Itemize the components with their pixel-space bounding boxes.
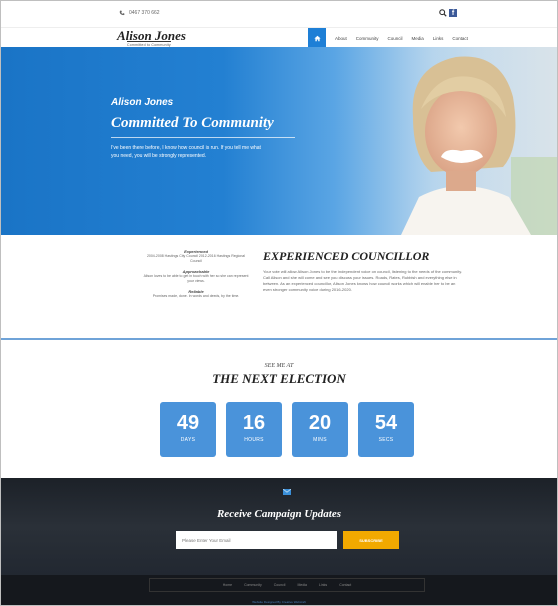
experience-highlights: Experienced 2004-2008 Hastings City Coun…	[141, 249, 251, 299]
countdown-label: SECS	[378, 437, 394, 443]
page: 0467 370 662 f Alison Jones Committed to…	[0, 0, 558, 606]
highlight-text: Promises made, done. In words and deeds,…	[152, 294, 240, 298]
top-bar: 0467 370 662 f	[1, 1, 557, 27]
nav-item-media[interactable]: Media	[412, 36, 424, 41]
hero-divider	[111, 137, 295, 138]
nav-home-button[interactable]	[308, 28, 326, 48]
countdown-label: MINS	[313, 437, 327, 443]
phone-icon	[119, 10, 125, 16]
countdown-value: 54	[374, 412, 398, 434]
countdown-title: THE NEXT ELECTION	[212, 371, 346, 386]
experience-section: Experienced 2004-2008 Hastings City Coun…	[1, 235, 557, 339]
footer-credit[interactable]: Website Designed By Creative Webcraft	[1, 600, 557, 604]
election-countdown: SEE ME AT THE NEXT ELECTION 49 DAYS 16 H…	[1, 340, 557, 478]
facebook-icon[interactable]: f	[449, 9, 457, 17]
footer-link-media[interactable]: Media	[297, 583, 307, 587]
footer-link-council[interactable]: Council	[274, 583, 286, 587]
hero-name: Alison Jones	[111, 97, 174, 108]
site-footer: Home Community Council Media Links Conta…	[1, 575, 557, 605]
candidate-photo	[391, 47, 557, 235]
home-icon	[313, 35, 321, 41]
countdown-value: 49	[176, 412, 200, 434]
countdown-days: 49 DAYS	[160, 402, 216, 457]
countdown-kicker: SEE ME AT	[264, 363, 294, 369]
footer-link-home[interactable]: Home	[223, 583, 232, 587]
footer-link-contact[interactable]: Contact	[339, 583, 351, 587]
nav-item-council[interactable]: Council	[388, 36, 403, 41]
updates-title: Receive Campaign Updates	[216, 508, 342, 520]
countdown-value: 20	[308, 412, 332, 434]
hero-slogan: Committed To Community	[111, 115, 274, 131]
site-header: Alison Jones Committed to Community Abou…	[1, 27, 557, 48]
countdown-value: 16	[242, 412, 266, 434]
nav-item-about[interactable]: About	[335, 36, 347, 41]
highlight-text: Alison loves to be able to get in touch …	[143, 274, 249, 283]
phone-number: 0467 370 662	[129, 10, 160, 16]
nav-item-links[interactable]: Links	[433, 36, 444, 41]
nav-item-contact[interactable]: Contact	[452, 36, 468, 41]
email-input[interactable]	[176, 531, 337, 549]
subscribe-button[interactable]: SUBSCRIBE	[343, 531, 399, 549]
mail-icon	[283, 489, 291, 495]
nav-item-community[interactable]: Community	[356, 36, 379, 41]
countdown-label: DAYS	[180, 437, 196, 443]
countdown-label: HOURS	[244, 437, 264, 443]
phone-contact[interactable]: 0467 370 662	[119, 10, 160, 16]
footer-link-links[interactable]: Links	[319, 583, 327, 587]
experience-title: EXPERIENCED COUNCILLOR	[263, 249, 430, 263]
footer-nav: Home Community Council Media Links Conta…	[149, 578, 425, 592]
footer-link-community[interactable]: Community	[244, 583, 262, 587]
search-icon[interactable]	[439, 9, 447, 17]
campaign-updates-section: Receive Campaign Updates SUBSCRIBE	[1, 478, 557, 575]
countdown-mins: 20 MINS	[292, 402, 348, 457]
main-nav: About Community Council Media Links Cont…	[308, 28, 468, 48]
experience-text: Your vote will allow Alison Jones to be …	[263, 269, 463, 292]
countdown-secs: 54 SECS	[358, 402, 414, 457]
hero-text: I've been there before, I know how counc…	[111, 145, 261, 159]
highlight-text: 2004-2008 Hastings City Council 2012-201…	[146, 254, 246, 263]
hero-banner: Alison Jones Committed To Community I've…	[1, 47, 557, 235]
countdown-hours: 16 HOURS	[226, 402, 282, 457]
